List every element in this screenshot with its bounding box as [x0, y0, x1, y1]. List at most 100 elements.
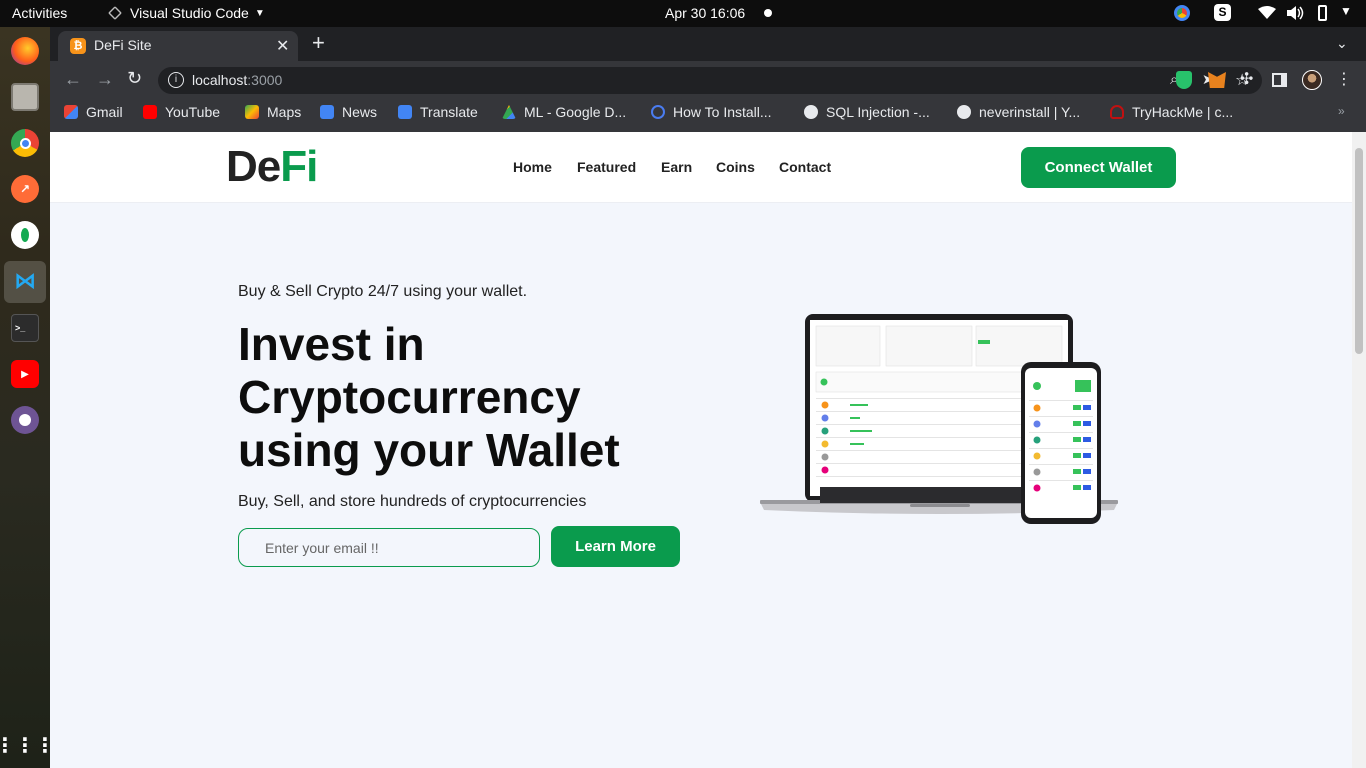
youtube-dock-icon[interactable]: ▶: [11, 360, 39, 388]
logo-part-de: De: [226, 142, 281, 191]
nav-home[interactable]: Home: [513, 159, 552, 175]
bookmark-label: Maps: [267, 104, 302, 120]
wifi-icon[interactable]: [1258, 6, 1276, 23]
page-scrollbar[interactable]: [1352, 132, 1366, 768]
nav-contact[interactable]: Contact: [779, 159, 831, 175]
chrome-tray-icon[interactable]: [1174, 5, 1190, 21]
tab-strip: ₿ DeFi Site ✕ + ⌄: [50, 27, 1366, 61]
hero-tagline: Buy & Sell Crypto 24/7 using your wallet…: [238, 283, 528, 300]
profile-avatar[interactable]: [1302, 70, 1322, 90]
url-text: localhost:3000: [192, 72, 282, 88]
activities-button[interactable]: Activities: [12, 5, 67, 21]
system-top-bar: Activities Visual Studio Code ▼ Apr 30 1…: [0, 0, 1366, 27]
browser-tab[interactable]: ₿ DeFi Site ✕: [58, 31, 298, 61]
bookmark-maps[interactable]: Maps: [245, 104, 301, 120]
browser-chrome: ₿ DeFi Site ✕ + ⌄ ← → ↻ i localhost:3000…: [50, 27, 1366, 132]
vscode-dock-icon[interactable]: ⋈: [11, 267, 39, 295]
app-name: Visual Studio Code: [130, 5, 249, 21]
hero-title: Invest in Cryptocurrency using your Wall…: [238, 318, 738, 477]
tab-close-icon[interactable]: ✕: [276, 36, 289, 56]
globe-icon: [957, 105, 971, 119]
how-to-install-icon: [651, 105, 665, 119]
notification-dot-icon: [764, 9, 772, 17]
maps-icon: [245, 105, 259, 119]
globe-icon: [804, 105, 818, 119]
bookmark-label: Gmail: [86, 104, 123, 120]
bookmark-label: YouTube: [165, 104, 221, 120]
hero-title-line: Invest in: [238, 318, 425, 370]
google-drive-icon: [502, 105, 516, 119]
tab-search-chevron-icon[interactable]: ⌄: [1336, 35, 1348, 52]
tab-title: DeFi Site: [94, 37, 152, 53]
forward-arrow-icon[interactable]: →: [96, 69, 114, 90]
bitcoin-favicon-icon: ₿: [70, 38, 86, 54]
github-icon[interactable]: [11, 406, 39, 434]
side-panel-icon[interactable]: [1272, 73, 1287, 87]
mongodb-compass-icon[interactable]: [11, 221, 39, 249]
bookmark-label: SQL Injection -...: [826, 104, 930, 120]
bookmarks-overflow-icon[interactable]: »: [1338, 104, 1345, 118]
volume-icon[interactable]: [1286, 5, 1304, 24]
learn-more-button[interactable]: Learn More: [551, 526, 680, 567]
news-icon: [320, 105, 334, 119]
site-header: DeFi Home Featured Earn Coins Contact Co…: [50, 132, 1352, 203]
tryhackme-icon: [1110, 105, 1124, 119]
show-apps-grid-icon[interactable]: ⋮⋮⋮: [0, 731, 55, 759]
bookmark-label: How To Install...: [673, 104, 772, 120]
bookmark-label: ML - Google D...: [524, 104, 627, 120]
bookmark-label: TryHackMe | c...: [1132, 104, 1234, 120]
battery-icon[interactable]: [1318, 5, 1327, 21]
bookmark-label: Translate: [420, 104, 478, 120]
bookmark-sql-injection[interactable]: SQL Injection -...: [804, 104, 930, 120]
nav-earn[interactable]: Earn: [661, 159, 692, 175]
clock[interactable]: Apr 30 16:06: [665, 5, 745, 21]
url-host: localhost: [192, 72, 248, 88]
bookmark-how-to-install[interactable]: How To Install...: [651, 104, 772, 120]
postman-icon[interactable]: ↗: [11, 175, 39, 203]
bookmark-neverinstall[interactable]: neverinstall | Y...: [957, 104, 1080, 120]
translate-icon: [398, 105, 412, 119]
dock: ↗ ⋈ >_ ▶ ⋮⋮⋮: [0, 27, 55, 768]
shield-extension-icon[interactable]: [1176, 71, 1192, 89]
app-menu[interactable]: Visual Studio Code ▼: [108, 5, 265, 21]
system-menu-chevron-icon[interactable]: ▼: [1340, 4, 1352, 18]
browser-menu-kebab-icon[interactable]: ⋮: [1336, 69, 1352, 89]
url-port: :3000: [247, 72, 283, 88]
hero-title-line: Cryptocurrency: [238, 371, 581, 423]
bookmarks-bar: Gmail YouTube Maps News Translate ML - G…: [50, 100, 1366, 126]
chrome-icon[interactable]: [11, 129, 39, 157]
vscode-icon: [108, 6, 122, 20]
hero-title-line: using your Wallet: [238, 424, 620, 476]
email-input[interactable]: [238, 528, 540, 567]
terminal-icon[interactable]: >_: [11, 314, 39, 342]
extensions-puzzle-icon[interactable]: ✣: [1240, 69, 1253, 89]
bookmark-ml-google-drive[interactable]: ML - Google D...: [502, 104, 626, 120]
skype-tray-icon[interactable]: S: [1214, 4, 1231, 21]
logo-part-fi: Fi: [280, 142, 318, 191]
youtube-icon: [143, 105, 157, 119]
scrollbar-thumb[interactable]: [1355, 148, 1363, 354]
reload-icon[interactable]: ↻: [127, 68, 142, 89]
bookmark-news[interactable]: News: [320, 104, 377, 120]
new-tab-plus-icon[interactable]: +: [312, 30, 325, 56]
files-icon[interactable]: [11, 83, 39, 111]
bookmark-gmail[interactable]: Gmail: [64, 104, 123, 120]
address-bar[interactable]: i localhost:3000 ⌕ ➤ ☆: [158, 67, 1262, 94]
laptop-phone-mockup-image: [760, 314, 1118, 524]
firefox-icon[interactable]: [11, 37, 39, 65]
bookmark-translate[interactable]: Translate: [398, 104, 478, 120]
info-icon[interactable]: i: [168, 72, 184, 88]
nav-featured[interactable]: Featured: [577, 159, 636, 175]
bookmark-label: News: [342, 104, 378, 120]
back-arrow-icon[interactable]: ←: [64, 69, 82, 90]
hero-subtitle: Buy, Sell, and store hundreds of cryptoc…: [238, 493, 587, 510]
bookmark-tryhackme[interactable]: TryHackMe | c...: [1110, 104, 1233, 120]
connect-wallet-button[interactable]: Connect Wallet: [1021, 147, 1176, 188]
bookmark-youtube[interactable]: YouTube: [143, 104, 220, 120]
web-page: DeFi Home Featured Earn Coins Contact Co…: [50, 132, 1352, 768]
nav-coins[interactable]: Coins: [716, 159, 755, 175]
site-logo[interactable]: DeFi: [226, 142, 318, 192]
devices-illustration: [750, 308, 1130, 556]
chevron-down-icon: ▼: [254, 7, 265, 19]
bookmark-label: neverinstall | Y...: [979, 104, 1081, 120]
